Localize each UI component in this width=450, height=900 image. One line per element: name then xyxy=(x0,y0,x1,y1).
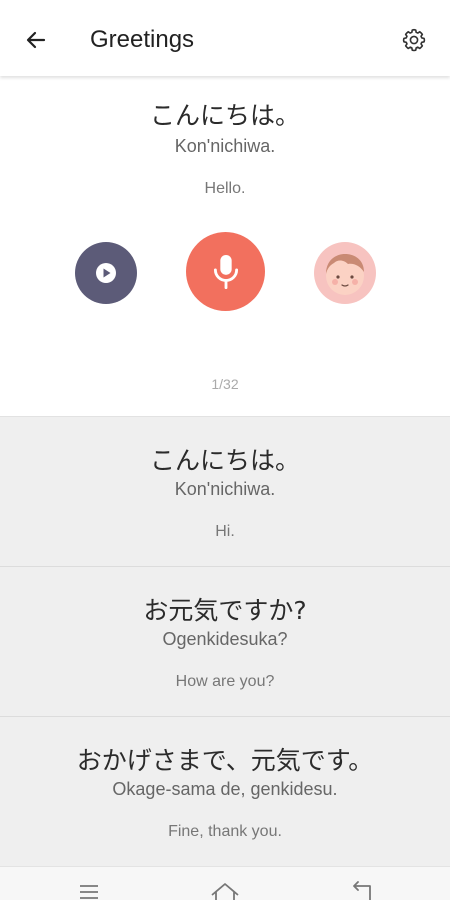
nav-back-icon xyxy=(353,881,371,900)
app-header: Greetings xyxy=(0,0,450,76)
phrase-romaji: Ogenkidesuka? xyxy=(162,629,288,649)
back-button[interactable] xyxy=(18,22,54,58)
current-phrase-card: こんにちは。 Kon'nichiwa. Hello. 1/32 xyxy=(0,76,450,417)
phrase-japanese: おかげさまで、元気です。 xyxy=(76,746,374,775)
menu-icon xyxy=(80,885,98,899)
gear-icon xyxy=(402,28,426,52)
record-button[interactable] xyxy=(186,232,265,311)
play-icon xyxy=(96,263,116,283)
list-item[interactable]: こんにちは。 Kon'nichiwa. Hi. xyxy=(0,417,450,567)
nav-back-button[interactable] xyxy=(348,881,378,900)
phrase-english: Hi. xyxy=(215,523,235,540)
phrase-romaji: Okage-sama de, genkidesu. xyxy=(112,779,338,799)
arrow-left-icon xyxy=(26,31,46,49)
phrase-list: こんにちは。 Kon'nichiwa. Hi. お元気ですか? Ogenkide… xyxy=(0,417,450,867)
system-nav-bar xyxy=(0,866,450,900)
home-icon xyxy=(211,883,239,900)
list-item[interactable]: おかげさまで、元気です。 Okage-sama de, genkidesu. F… xyxy=(0,717,450,867)
phrase-screen: Greetings こんにちは。 Kon'nichiwa. Hello. 1/3… xyxy=(0,0,450,900)
page-title: Greetings xyxy=(90,26,195,53)
phrase-counter: 1/32 xyxy=(211,376,239,392)
phrase-japanese: こんにちは。 xyxy=(149,446,300,475)
phrase-romaji: Kon'nichiwa. xyxy=(174,479,276,499)
current-english: Hello. xyxy=(204,180,246,197)
nav-menu-button[interactable] xyxy=(74,881,104,900)
settings-button[interactable] xyxy=(396,22,432,58)
microphone-icon xyxy=(213,254,238,289)
current-romaji: Kon'nichiwa. xyxy=(174,136,276,156)
avatar-playback-button[interactable] xyxy=(314,242,376,304)
phrase-japanese: お元気ですか? xyxy=(143,596,307,625)
nav-home-button[interactable] xyxy=(210,881,240,900)
list-item[interactable]: お元気ですか? Ogenkidesuka? How are you? xyxy=(0,567,450,717)
play-audio-button[interactable] xyxy=(75,242,137,304)
child-face-icon xyxy=(326,254,364,295)
phrase-english: Fine, thank you. xyxy=(168,823,282,840)
current-japanese: こんにちは。 xyxy=(149,101,300,130)
phrase-english: How are you? xyxy=(175,673,275,690)
